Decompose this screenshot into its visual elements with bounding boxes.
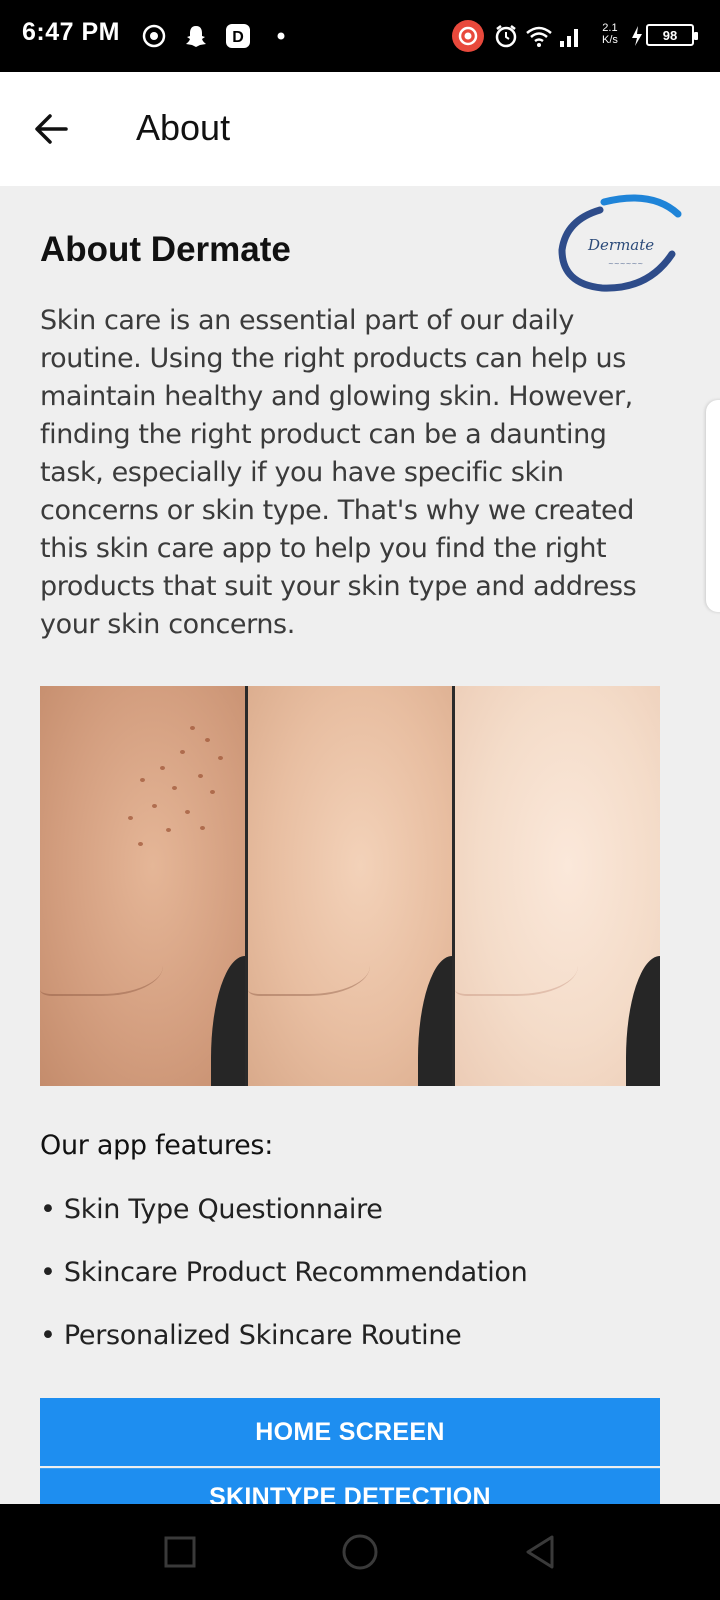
jaw-line [247, 936, 371, 996]
skin-middle-panel [244, 686, 453, 1086]
logo-text: Dermate [588, 236, 655, 254]
home-screen-button[interactable]: HOME SCREEN [40, 1398, 660, 1466]
app-bar: About [0, 72, 720, 186]
screen-record-icon [450, 20, 486, 52]
skin-comparison-image [40, 686, 660, 1086]
status-time: 6:47 PM [22, 18, 120, 46]
back-triangle-icon[interactable] [520, 1532, 560, 1572]
back-arrow-icon[interactable] [30, 108, 72, 150]
page-title: About [136, 107, 231, 148]
network-speed-unit: K/s [602, 34, 618, 46]
home-circle-icon[interactable] [340, 1532, 380, 1572]
shadow [626, 956, 660, 1086]
logo-tagline: ~~~~~~ [608, 260, 644, 268]
skin-before-panel [40, 686, 245, 1086]
svg-text:D: D [232, 29, 244, 46]
snapchat-icon [182, 22, 210, 50]
jaw-line [455, 936, 579, 996]
skin-after-panel [452, 686, 660, 1086]
jaw-line [40, 936, 163, 996]
network-speed: 2.1 K/s [602, 22, 618, 46]
alarm-icon [492, 22, 520, 50]
app-notification-icon: D [224, 22, 252, 50]
about-description: Skin care is an essential part of our da… [40, 305, 637, 640]
feature-item: • Skincare Product Recommendation [40, 1257, 528, 1288]
skintype-detection-button[interactable]: SKINTYPE DETECTION [40, 1468, 660, 1504]
dot-icon [276, 22, 286, 50]
signal-icon [556, 22, 584, 50]
features-title: Our app features: [40, 1130, 273, 1161]
feature-item: • Personalized Skincare Routine [40, 1320, 462, 1351]
shadow [210, 956, 245, 1086]
status-bar: 6:47 PM D 2.1 K/s 98 [0, 0, 720, 72]
shadow [418, 956, 453, 1086]
recents-square-icon[interactable] [160, 1532, 200, 1572]
wifi-icon [524, 22, 554, 50]
camera-notification-icon [140, 22, 168, 50]
feature-item: • Skin Type Questionnaire [40, 1194, 383, 1225]
charging-icon [630, 22, 644, 50]
network-speed-value: 2.1 [602, 22, 618, 34]
navigation-bar [0, 1504, 720, 1600]
edge-panel-handle[interactable] [706, 400, 720, 612]
battery-icon: 98 [646, 24, 698, 46]
about-heading: About Dermate [40, 230, 291, 269]
